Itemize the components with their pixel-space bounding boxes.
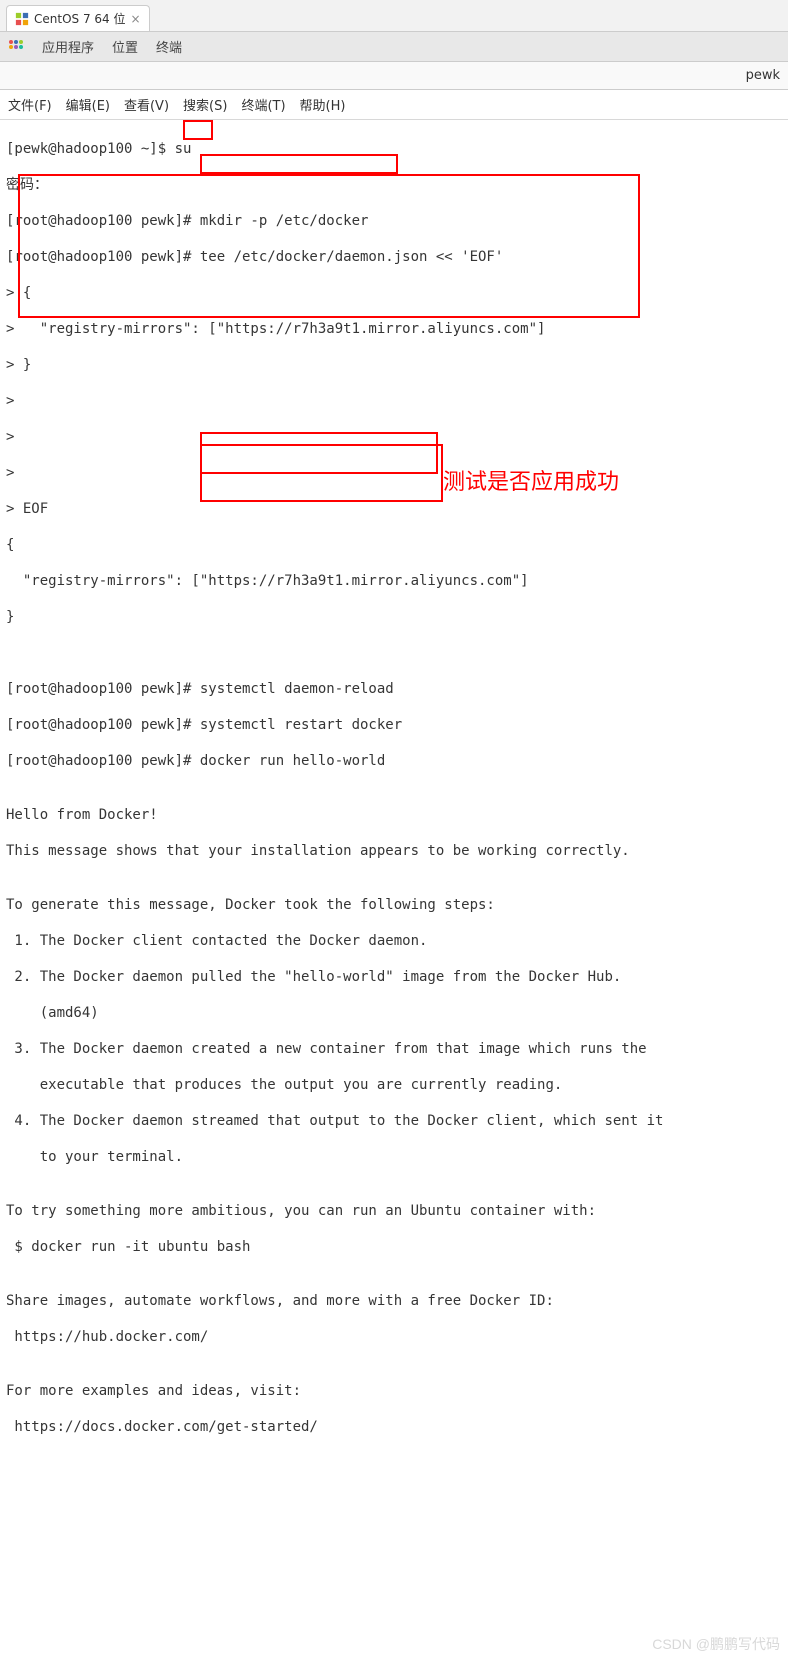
menu-terminal-item[interactable]: 终端(T) bbox=[241, 95, 285, 114]
tab-title: CentOS 7 64 位 bbox=[34, 10, 125, 27]
terminal-menubar: 文件(F) 编辑(E) 查看(V) 搜索(S) 终端(T) 帮助(H) bbox=[0, 90, 788, 120]
menu-search[interactable]: 搜索(S) bbox=[183, 95, 227, 114]
terminal-line: $ docker run -it ubuntu bash bbox=[6, 1238, 782, 1256]
terminal-line: [root@hadoop100 pewk]# tee /etc/docker/d… bbox=[6, 248, 782, 266]
terminal-line: } bbox=[6, 608, 782, 626]
terminal-line: For more examples and ideas, visit: bbox=[6, 1382, 782, 1400]
terminal-line: [root@hadoop100 pewk]# systemctl daemon-… bbox=[6, 680, 782, 698]
terminal-line: To generate this message, Docker took th… bbox=[6, 896, 782, 914]
terminal-line: 2. The Docker daemon pulled the "hello-w… bbox=[6, 968, 782, 986]
window-tab-bar: CentOS 7 64 位 × bbox=[0, 0, 788, 32]
terminal-line: > } bbox=[6, 356, 782, 374]
highlight-su bbox=[183, 120, 213, 140]
terminal-line: [root@hadoop100 pewk]# systemctl restart… bbox=[6, 716, 782, 734]
vm-tab[interactable]: CentOS 7 64 位 × bbox=[6, 5, 150, 31]
terminal-line: > "registry-mirrors": ["https://r7h3a9t1… bbox=[6, 320, 782, 338]
titlebar-text: pewk bbox=[746, 68, 780, 83]
terminal-line: 4. The Docker daemon streamed that outpu… bbox=[6, 1112, 782, 1130]
apps-icon bbox=[8, 39, 24, 55]
terminal-line: > EOF bbox=[6, 500, 782, 518]
tab-close-icon[interactable]: × bbox=[130, 12, 140, 26]
terminal-line: [root@hadoop100 pewk]# mkdir -p /etc/doc… bbox=[6, 212, 782, 230]
terminal-line: 密码： bbox=[6, 176, 782, 194]
watermark: CSDN @鹏鹏写代码 bbox=[652, 1634, 780, 1654]
terminal-line: To try something more ambitious, you can… bbox=[6, 1202, 782, 1220]
terminal-line: https://hub.docker.com/ bbox=[6, 1328, 782, 1346]
centos-icon bbox=[15, 12, 29, 26]
terminal-line: to your terminal. bbox=[6, 1148, 782, 1166]
menu-edit[interactable]: 编辑(E) bbox=[66, 95, 110, 114]
terminal-line: This message shows that your installatio… bbox=[6, 842, 782, 860]
terminal-line: executable that produces the output you … bbox=[6, 1076, 782, 1094]
terminal-line: 3. The Docker daemon created a new conta… bbox=[6, 1040, 782, 1058]
terminal-line: (amd64) bbox=[6, 1004, 782, 1022]
terminal-body[interactable]: [pewk@hadoop100 ~]$ su 密码： [root@hadoop1… bbox=[0, 120, 788, 1658]
terminal-line: > { bbox=[6, 284, 782, 302]
terminal-line: > bbox=[6, 392, 782, 410]
terminal-line: 1. The Docker client contacted the Docke… bbox=[6, 932, 782, 950]
menu-places[interactable]: 位置 bbox=[112, 37, 138, 56]
menu-applications[interactable]: 应用程序 bbox=[42, 37, 94, 56]
menu-file[interactable]: 文件(F) bbox=[8, 95, 52, 114]
terminal-line: [root@hadoop100 pewk]# docker run hello-… bbox=[6, 752, 782, 770]
menu-view[interactable]: 查看(V) bbox=[124, 95, 169, 114]
os-menubar: 应用程序 位置 终端 bbox=[0, 32, 788, 62]
terminal-line: > bbox=[6, 464, 782, 482]
terminal-line: "registry-mirrors": ["https://r7h3a9t1.m… bbox=[6, 572, 782, 590]
menu-help[interactable]: 帮助(H) bbox=[300, 95, 346, 114]
terminal-line: > bbox=[6, 428, 782, 446]
terminal-titlebar: pewk bbox=[0, 62, 788, 90]
terminal-line: https://docs.docker.com/get-started/ bbox=[6, 1418, 782, 1436]
terminal-line: Hello from Docker! bbox=[6, 806, 782, 824]
terminal-line: Share images, automate workflows, and mo… bbox=[6, 1292, 782, 1310]
terminal-line: { bbox=[6, 536, 782, 554]
terminal-line: [pewk@hadoop100 ~]$ su bbox=[6, 140, 782, 158]
menu-terminal[interactable]: 终端 bbox=[156, 37, 182, 56]
